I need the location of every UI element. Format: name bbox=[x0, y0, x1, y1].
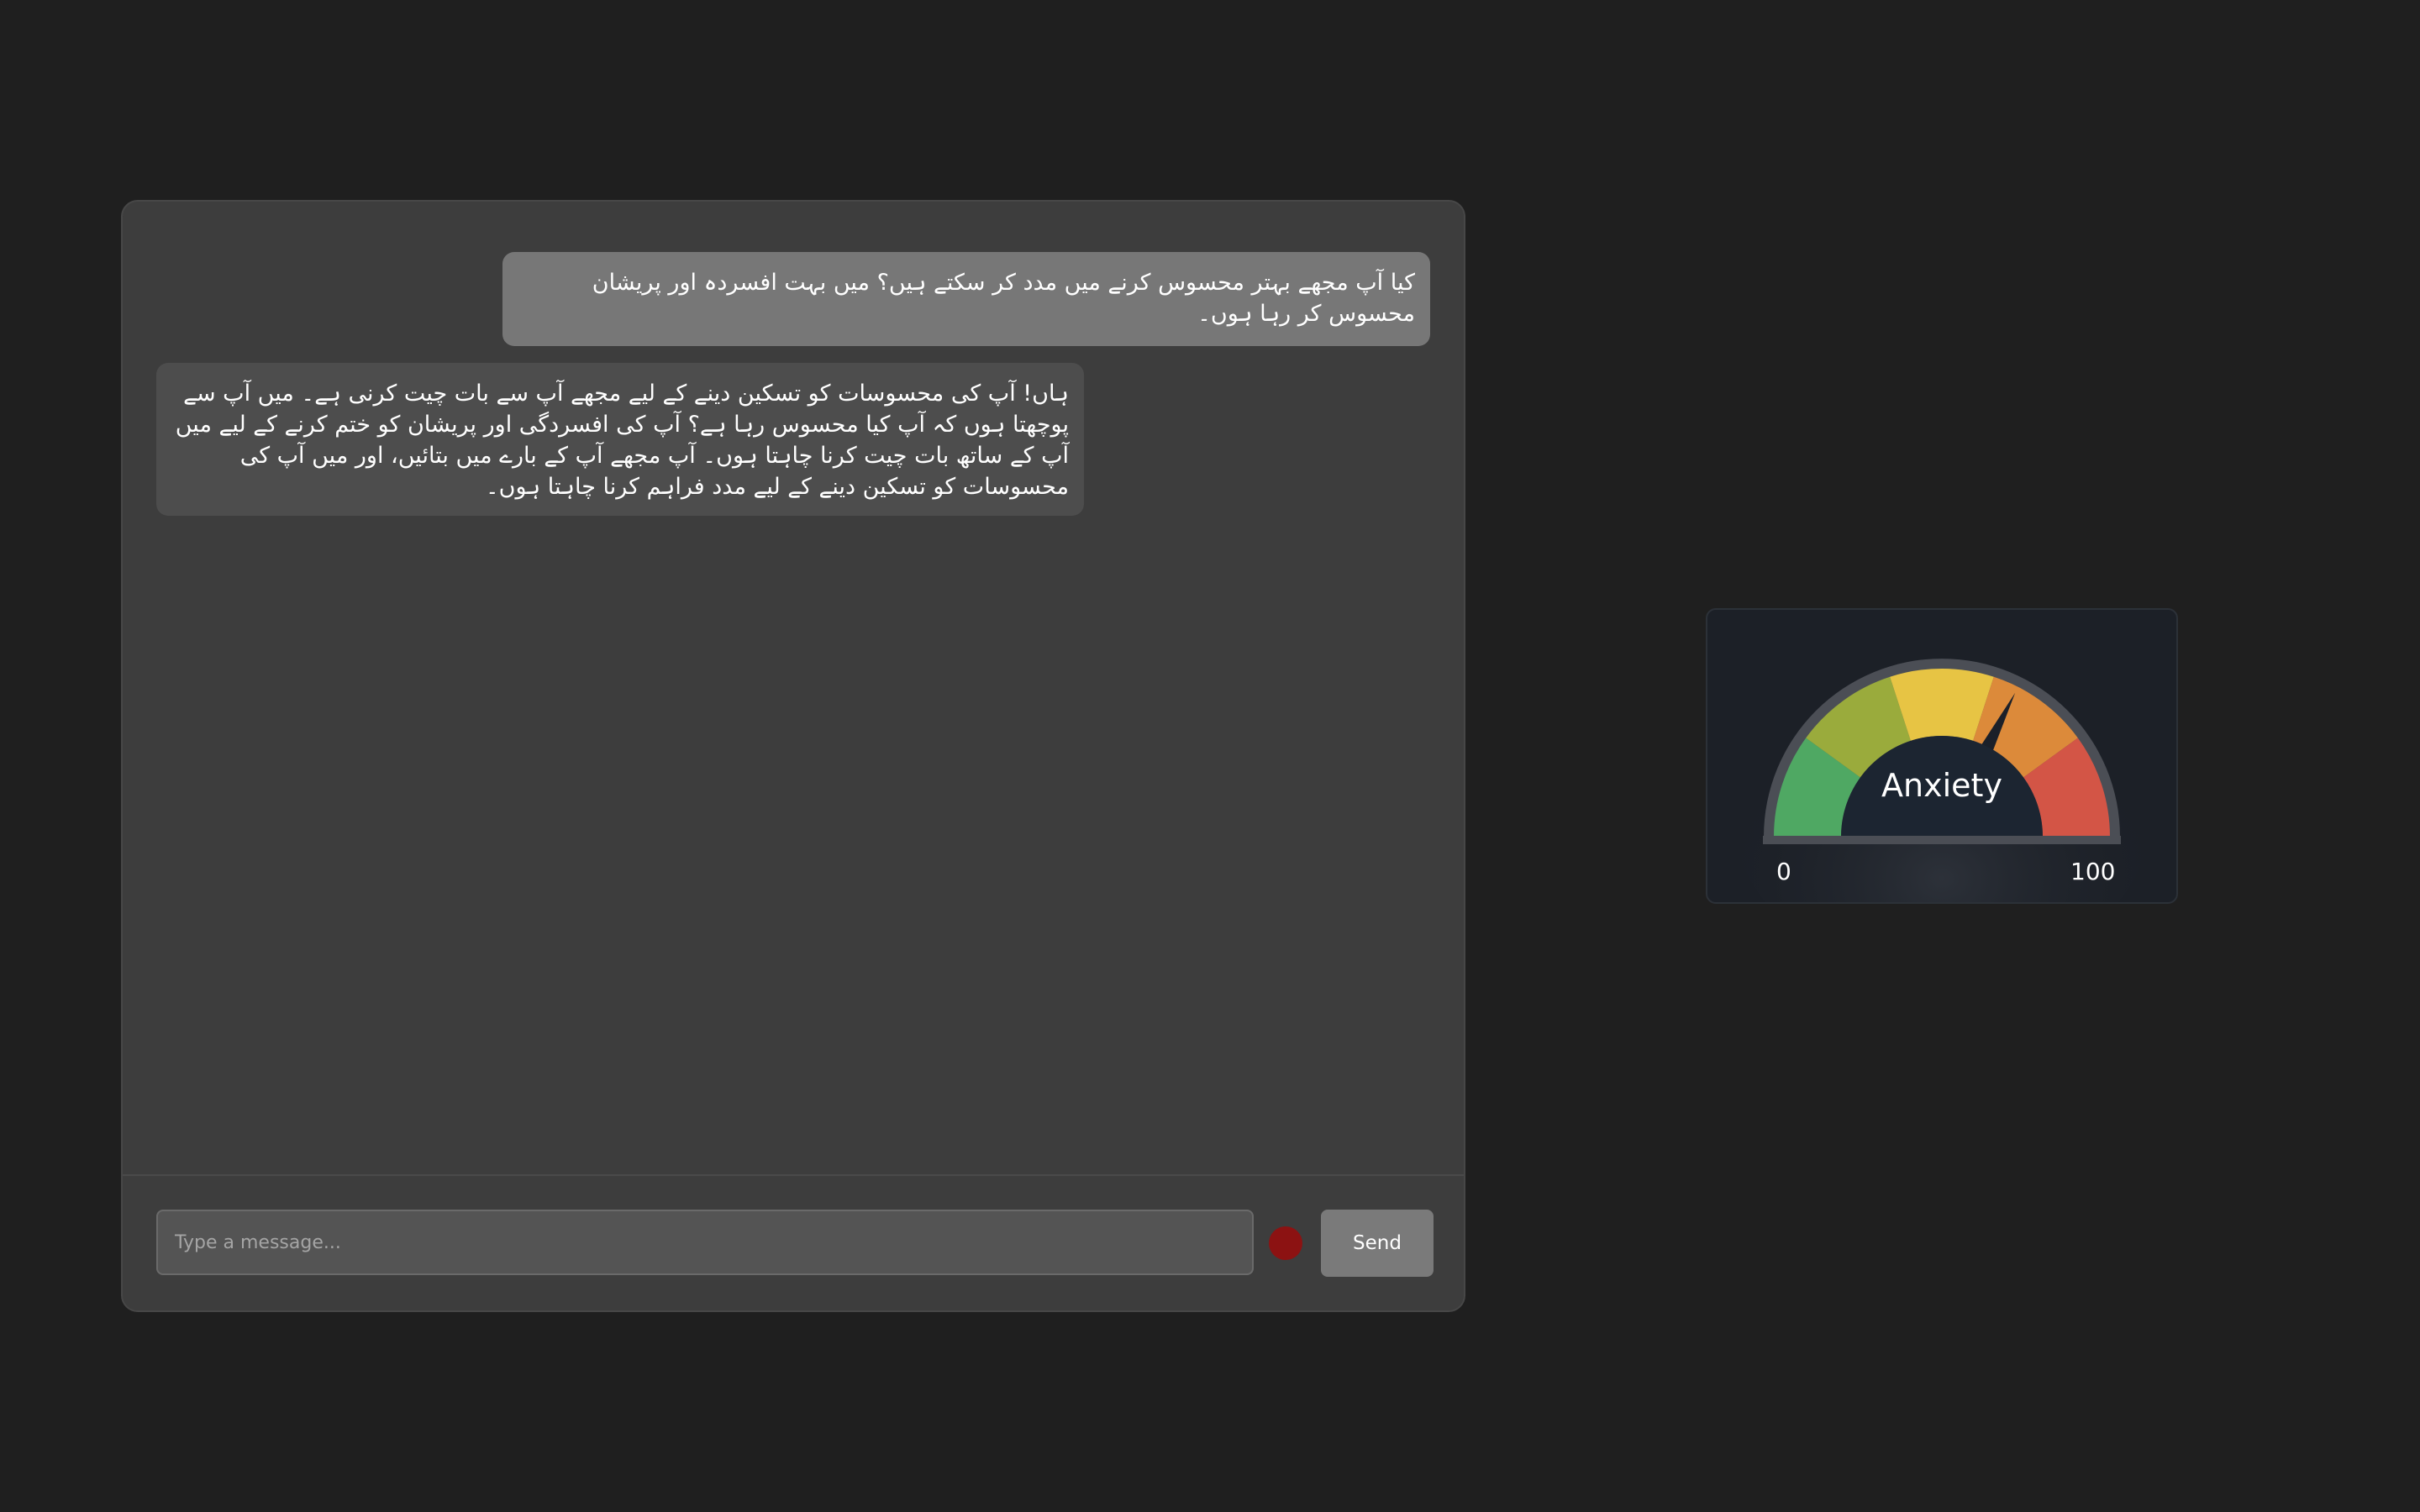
message-input[interactable] bbox=[156, 1210, 1254, 1275]
gauge-min-label: 0 bbox=[1776, 858, 1791, 885]
user-message-bubble: کیا آپ مجھے بہتر محسوس کرنے میں مدد کر س… bbox=[502, 252, 1430, 346]
chat-panel: کیا آپ مجھے بہتر محسوس کرنے میں مدد کر س… bbox=[121, 200, 1465, 1312]
record-icon[interactable] bbox=[1269, 1226, 1302, 1260]
bot-message-bubble: ہاں! آپ کی محسوسات کو تسکین دینے کے لیے … bbox=[156, 363, 1084, 516]
gauge-label: Anxiety bbox=[1881, 767, 2002, 804]
anxiety-gauge-card: Anxiety 0 100 bbox=[1706, 608, 2178, 904]
send-button[interactable]: Send bbox=[1321, 1210, 1434, 1277]
message-list[interactable]: کیا آپ مجھے بہتر محسوس کرنے میں مدد کر س… bbox=[123, 202, 1464, 1176]
message-input-bar: Send bbox=[123, 1174, 1464, 1310]
gauge-baseline bbox=[1763, 836, 2121, 844]
gauge-max-label: 100 bbox=[2070, 858, 2116, 885]
